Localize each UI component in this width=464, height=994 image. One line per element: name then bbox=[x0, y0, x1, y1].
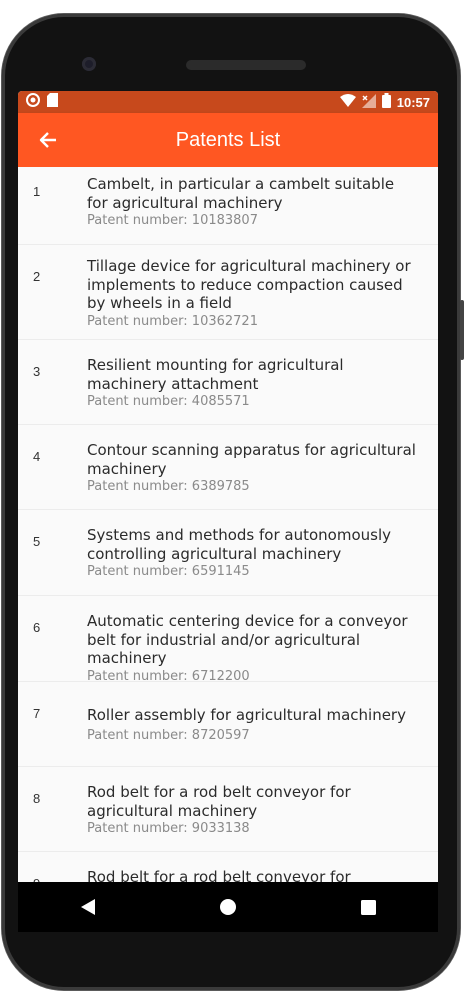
patent-title: Roller assembly for agricultural machine… bbox=[87, 706, 406, 724]
patent-title: Contour scanning apparatus for agricultu… bbox=[87, 441, 416, 478]
list-item[interactable]: 2 Tillage device for agricultural machin… bbox=[18, 245, 438, 340]
patent-title: Cambelt, in particular a cambelt suitabl… bbox=[87, 175, 395, 212]
signal-icon bbox=[361, 93, 376, 111]
patent-number: Patent number: 10183807 bbox=[87, 213, 258, 228]
volume-button bbox=[460, 300, 464, 360]
patent-title: Automatic centering device for a conveyo… bbox=[87, 612, 408, 667]
front-camera bbox=[82, 57, 96, 71]
app-screen: 10:57 Patents List 1 Cambelt, in particu… bbox=[18, 91, 438, 882]
sd-card-icon bbox=[47, 92, 58, 112]
item-index: 1 bbox=[33, 184, 41, 199]
app-bar: Patents List bbox=[18, 113, 438, 167]
arrow-left-icon[interactable] bbox=[34, 126, 62, 154]
back-triangle-icon[interactable] bbox=[58, 887, 118, 927]
item-index: 5 bbox=[33, 534, 41, 549]
item-index: 6 bbox=[33, 620, 41, 635]
patent-title: Rod belt for a rod belt conveyor for agr… bbox=[87, 783, 351, 820]
patent-number: Patent number: 10362721 bbox=[87, 313, 258, 329]
battery-icon bbox=[381, 93, 391, 111]
list-item[interactable]: 8 Rod belt for a rod belt conveyor for a… bbox=[18, 767, 438, 852]
page-title: Patents List bbox=[175, 128, 281, 151]
list-item[interactable]: 6 Automatic centering device for a conve… bbox=[18, 596, 438, 684]
list-item[interactable]: 7 Roller assembly for agricultural machi… bbox=[18, 682, 438, 767]
patent-title: Tillage device for agricultural machiner… bbox=[87, 257, 411, 312]
list-item[interactable]: 4 Contour scanning apparatus for agricul… bbox=[18, 425, 438, 510]
item-index: 2 bbox=[33, 269, 41, 284]
item-index: 7 bbox=[33, 706, 41, 721]
record-icon bbox=[26, 92, 40, 112]
list-item[interactable]: 3 Resilient mounting for agricultural ma… bbox=[18, 340, 438, 425]
status-bar: 10:57 bbox=[18, 91, 438, 113]
item-index: 4 bbox=[33, 449, 41, 464]
list-item[interactable]: 1 Cambelt, in particular a cambelt suita… bbox=[18, 167, 438, 245]
patent-title: Resilient mounting for agricultural mach… bbox=[87, 356, 344, 393]
recents-square-icon[interactable] bbox=[338, 887, 398, 927]
navigation-bar bbox=[18, 882, 438, 932]
patent-number: Patent number: 6591145 bbox=[87, 564, 250, 579]
home-circle-icon[interactable] bbox=[198, 887, 258, 927]
patent-number: Patent number: 9033138 bbox=[87, 821, 250, 836]
item-index: 3 bbox=[33, 364, 41, 379]
patents-list[interactable]: 1 Cambelt, in particular a cambelt suita… bbox=[18, 167, 438, 882]
patent-number: Patent number: 8720597 bbox=[87, 727, 250, 743]
item-index: 8 bbox=[33, 791, 41, 806]
patent-title: Rod belt for a rod belt conveyor for agr… bbox=[87, 868, 351, 882]
patent-number: Patent number: 6389785 bbox=[87, 479, 250, 494]
list-item[interactable]: 5 Systems and methods for autonomously c… bbox=[18, 510, 438, 596]
patent-title: Systems and methods for autonomously con… bbox=[87, 526, 392, 563]
wifi-icon bbox=[339, 94, 356, 110]
patent-number: Patent number: 4085571 bbox=[87, 394, 250, 409]
list-item[interactable]: 9 Rod belt for a rod belt conveyor for a… bbox=[18, 852, 438, 882]
earpiece-speaker bbox=[186, 60, 306, 70]
status-time: 10:57 bbox=[396, 94, 430, 110]
